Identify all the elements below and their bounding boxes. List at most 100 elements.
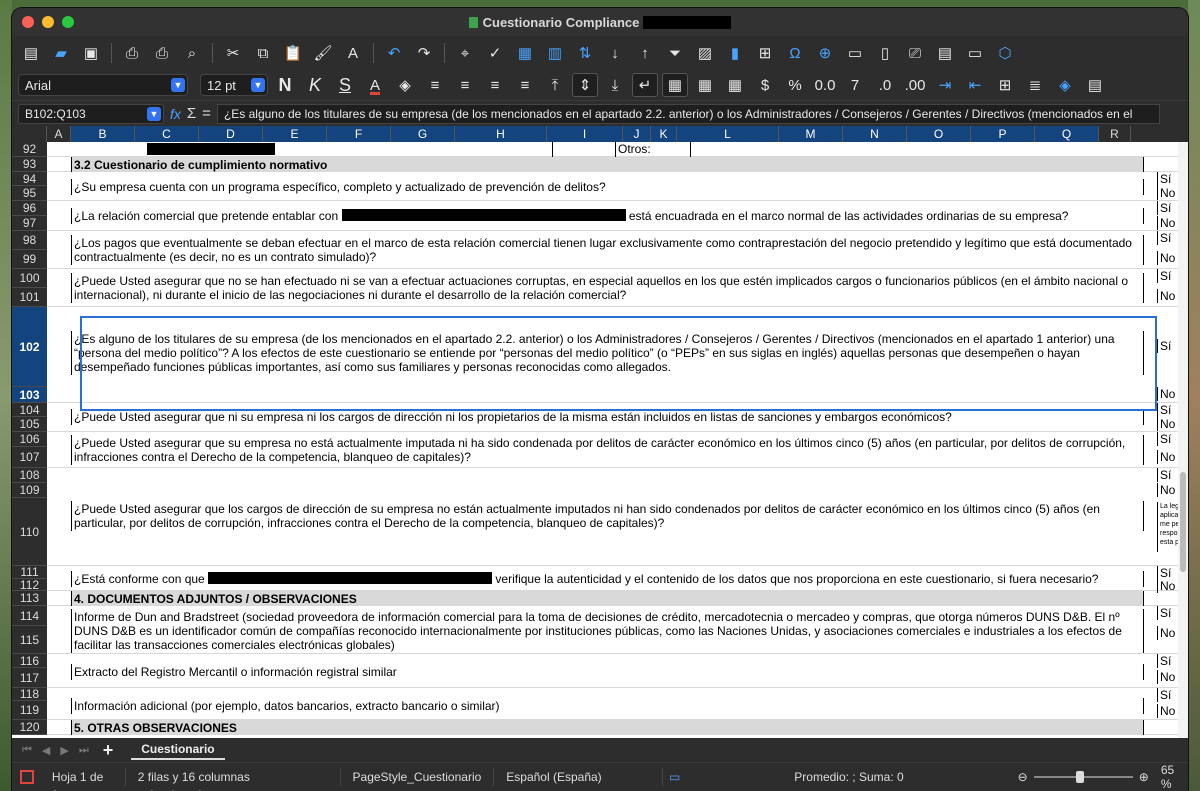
formula-input[interactable]: ¿Es alguno de los titulares de su empres… — [216, 103, 1160, 124]
row-header-120[interactable]: 120 — [12, 720, 47, 735]
column-header-l[interactable]: L — [677, 126, 779, 142]
vertical-scrollbar[interactable] — [1178, 142, 1188, 738]
row-header-107[interactable]: 107 — [12, 447, 47, 468]
align-top-icon[interactable]: ⤒ — [542, 73, 568, 97]
table-row[interactable]: ¿Los pagos que eventualmente se deban ef… — [47, 231, 1188, 269]
print-icon[interactable]: ⎙ — [149, 41, 175, 65]
split-window-icon[interactable]: ▭ — [962, 41, 988, 65]
row-header-94[interactable]: 94 — [12, 172, 47, 186]
font-name-select[interactable]: Arial ▼ — [18, 74, 188, 96]
column-header-a[interactable]: A — [47, 126, 71, 142]
align-bottom-icon[interactable]: ⤓ — [602, 73, 628, 97]
border-style-icon[interactable]: ≣ — [1022, 73, 1048, 97]
number-format-icon[interactable]: 0.0 — [812, 73, 838, 97]
table-row[interactable]: 5. OTRAS OBSERVACIONES — [47, 720, 1188, 735]
insert-image-icon[interactable]: ▨ — [692, 41, 718, 65]
table-row[interactable]: Información adicional (por ejemplo, dato… — [47, 688, 1188, 720]
row-header-112[interactable]: 112 — [12, 578, 47, 592]
underline-icon[interactable]: S — [332, 73, 358, 97]
sort-icon[interactable]: ⇅ — [572, 41, 598, 65]
align-middle-icon[interactable]: ⇕ — [572, 73, 598, 97]
find-replace-icon[interactable]: ⌖ — [452, 41, 478, 65]
new-document-icon[interactable]: ▤ — [18, 41, 44, 65]
formula-equals-icon[interactable]: = — [202, 105, 211, 122]
add-sheet-icon[interactable]: + — [103, 740, 114, 761]
freeze-rows-icon[interactable]: ▤ — [932, 41, 958, 65]
align-right-icon[interactable]: ≡ — [482, 73, 508, 97]
row-header-117[interactable]: 117 — [12, 668, 47, 688]
paste-icon[interactable]: 📋 — [280, 41, 306, 65]
row-header-118[interactable]: 118 — [12, 687, 47, 701]
cut-icon[interactable]: ✂ — [220, 41, 246, 65]
sheet-tab-cuestionario[interactable]: Cuestionario — [131, 740, 225, 760]
comment-icon[interactable]: ▭ — [842, 41, 868, 65]
table-row[interactable]: ¿Puede Usted asegurar que ni su empresa … — [47, 403, 1188, 432]
column-header-o[interactable]: O — [907, 126, 971, 142]
row-header-98[interactable]: 98 — [12, 231, 47, 250]
zoom-in-icon[interactable]: ⊕ — [1139, 770, 1149, 784]
row-header-99[interactable]: 99 — [12, 250, 47, 269]
zoom-out-icon[interactable]: ⊖ — [1018, 770, 1028, 784]
chevron-down-icon[interactable]: ▼ — [147, 106, 161, 121]
prev-sheet-icon[interactable]: ◀ — [42, 744, 50, 757]
column-header-n[interactable]: N — [843, 126, 907, 142]
name-box[interactable]: B102:Q103 ▼ — [18, 103, 164, 124]
status-language[interactable]: Español (España) — [494, 768, 664, 786]
table-row[interactable]: ¿Puede Usted asegurar que los cargos de … — [47, 468, 1188, 566]
column-header-r[interactable]: R — [1099, 126, 1131, 142]
justify-icon[interactable]: ≡ — [512, 73, 538, 97]
autofilter-icon[interactable]: ⏷ — [662, 41, 688, 65]
spelling-icon[interactable]: ✓ — [482, 41, 508, 65]
indent-icon[interactable]: ⇥ — [932, 73, 958, 97]
chevron-down-icon[interactable]: ▼ — [251, 78, 265, 92]
column-header-p[interactable]: P — [971, 126, 1035, 142]
column-header-j[interactable]: J — [623, 126, 651, 142]
next-sheet-icon[interactable]: ▶ — [60, 744, 68, 757]
first-sheet-icon[interactable]: ⏮ — [22, 744, 32, 757]
sum-icon[interactable]: Σ — [187, 105, 196, 122]
undo-icon[interactable]: ↶ — [381, 41, 407, 65]
row-header-100[interactable]: 100 — [12, 269, 47, 288]
merge-cells-icon[interactable]: ▦ — [662, 73, 688, 97]
table-row[interactable]: 4. DOCUMENTOS ADJUNTOS / OBSERVACIONES — [47, 591, 1188, 606]
table-row[interactable]: ¿Es alguno de los titulares de su empres… — [47, 307, 1188, 403]
table-row[interactable]: Extracto del Registro Mercantil o inform… — [47, 654, 1188, 688]
column-header-e[interactable]: E — [263, 126, 327, 142]
date-format-icon[interactable]: 7 — [842, 73, 868, 97]
bold-icon[interactable]: N — [272, 73, 298, 97]
column-header-h[interactable]: H — [455, 126, 547, 142]
zoom-slider-knob[interactable] — [1075, 771, 1084, 783]
row-header-113[interactable]: 113 — [12, 591, 47, 606]
add-decimal-icon[interactable]: .0 — [872, 73, 898, 97]
table-row[interactable]: ¿Puede Usted asegurar que su empresa no … — [47, 432, 1188, 468]
header-footer-icon[interactable]: ▯ — [872, 41, 898, 65]
clone-format-icon[interactable]: 🖌 — [310, 41, 336, 65]
column-header-k[interactable]: K — [651, 126, 677, 142]
column-header-m[interactable]: M — [779, 126, 843, 142]
conditional-format-icon[interactable]: ▤ — [1082, 73, 1108, 97]
hyperlink-icon[interactable]: ⊕ — [812, 41, 838, 65]
column-header-q[interactable]: Q — [1035, 126, 1099, 142]
scrollbar-thumb[interactable] — [1180, 472, 1186, 572]
highlight-color-icon[interactable]: ◈ — [392, 73, 418, 97]
table-row[interactable]: ¿Puede Usted asegurar que no se han efec… — [47, 269, 1188, 307]
row-header-115[interactable]: 115 — [12, 626, 47, 654]
row-header-103[interactable]: 103 — [12, 387, 47, 403]
zoom-slider[interactable] — [1033, 771, 1133, 783]
sort-descending-icon[interactable]: ↑ — [632, 41, 658, 65]
row-header-104[interactable]: 104 — [12, 403, 47, 417]
font-color-icon[interactable]: A — [362, 73, 388, 97]
column-header-d[interactable]: D — [199, 126, 263, 142]
row-header-92[interactable]: 92 — [12, 142, 47, 157]
open-folder-icon[interactable]: ▰ — [48, 41, 74, 65]
row-header-102[interactable]: 102 — [12, 307, 47, 387]
italic-icon[interactable]: K — [302, 73, 328, 97]
row-icon[interactable]: ▦ — [512, 41, 538, 65]
align-center-icon[interactable]: ≡ — [452, 73, 478, 97]
currency-icon[interactable]: $ — [752, 73, 778, 97]
column-header-b[interactable]: B — [71, 126, 135, 142]
cells-area[interactable]: Otros: 3.2 Cuestionario de cumplimiento … — [47, 142, 1188, 735]
table-row[interactable]: ¿Está conforme con que verifique la aute… — [47, 566, 1188, 593]
column-header-c[interactable]: C — [135, 126, 199, 142]
column-header-i[interactable]: I — [547, 126, 623, 142]
